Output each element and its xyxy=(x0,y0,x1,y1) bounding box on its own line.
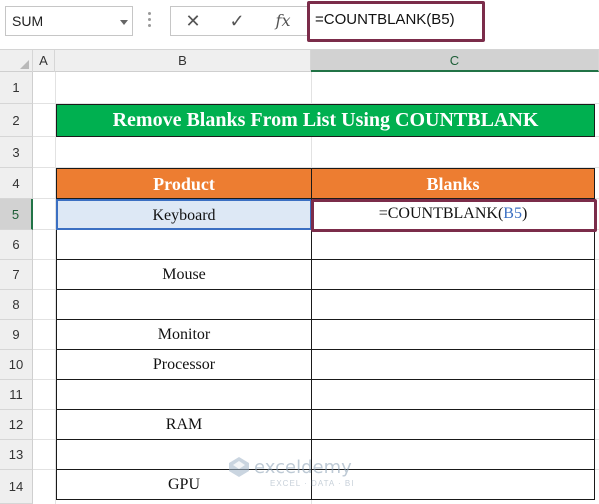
watermark: exceldemy EXCEL · DATA · BI xyxy=(228,452,378,492)
column-header-c[interactable]: C xyxy=(311,50,599,72)
row-header[interactable]: 8 xyxy=(0,290,33,320)
cell-c8[interactable] xyxy=(311,290,595,320)
cell-c11[interactable] xyxy=(311,380,595,410)
cell-c7[interactable] xyxy=(311,260,595,290)
cell-c10[interactable] xyxy=(311,350,595,380)
cell-c12[interactable] xyxy=(311,410,595,440)
header-product[interactable]: Product xyxy=(56,168,312,199)
enter-icon[interactable]: ✓ xyxy=(223,10,251,32)
watermark-tagline: EXCEL · DATA · BI xyxy=(270,479,355,488)
cancel-icon[interactable]: ✕ xyxy=(179,10,207,32)
name-box-value: SUM xyxy=(12,13,44,29)
resize-handle-icon[interactable] xyxy=(148,12,152,30)
row-header[interactable]: 6 xyxy=(0,230,33,260)
row-header[interactable]: 9 xyxy=(0,320,33,350)
row-header[interactable]: 1 xyxy=(0,72,33,104)
cell-b7[interactable]: Mouse xyxy=(56,260,312,290)
cell-b11[interactable] xyxy=(56,380,312,410)
row-header[interactable]: 4 xyxy=(0,168,33,199)
insert-function-icon[interactable]: fx xyxy=(269,10,297,32)
row-header[interactable]: 10 xyxy=(0,350,33,380)
row-header[interactable]: 11 xyxy=(0,380,33,410)
cell-b12[interactable]: RAM xyxy=(56,410,312,440)
cell-b10[interactable]: Processor xyxy=(56,350,312,380)
cell-b9[interactable]: Monitor xyxy=(56,320,312,350)
select-all-corner[interactable] xyxy=(0,50,33,72)
cell-c9[interactable] xyxy=(311,320,595,350)
cell-b6[interactable] xyxy=(56,230,312,260)
row-header[interactable]: 14 xyxy=(0,470,33,504)
cell-c6[interactable] xyxy=(311,230,595,260)
row-header[interactable]: 12 xyxy=(0,410,33,440)
row-header-active[interactable]: 5 xyxy=(0,199,33,230)
chevron-down-icon[interactable] xyxy=(120,20,128,25)
row-header[interactable]: 3 xyxy=(0,137,33,168)
exceldemy-logo-icon xyxy=(229,457,249,477)
cell-highlight-box xyxy=(311,199,597,232)
row-header[interactable]: 13 xyxy=(0,440,33,470)
column-header-a[interactable]: A xyxy=(33,50,55,72)
column-headers: A B C xyxy=(0,50,599,72)
cell-b5[interactable]: Keyboard xyxy=(56,199,312,230)
formula-tools: ✕ ✓ fx xyxy=(170,6,308,36)
cell-b8[interactable] xyxy=(56,290,312,320)
watermark-name: exceldemy xyxy=(254,457,352,478)
header-blanks[interactable]: Blanks xyxy=(311,168,595,199)
select-all-icon xyxy=(20,60,29,69)
formula-bar-area: SUM ✕ ✓ fx =COUNTBLANK(B5) xyxy=(0,0,599,50)
row-header[interactable]: 2 xyxy=(0,104,33,137)
row-header[interactable]: 7 xyxy=(0,260,33,290)
sheet-title[interactable]: Remove Blanks From List Using COUNTBLANK xyxy=(56,104,595,137)
name-box[interactable]: SUM xyxy=(5,6,133,36)
column-header-b[interactable]: B xyxy=(55,50,311,72)
formula-text: =COUNTBLANK(B5) xyxy=(315,11,455,28)
